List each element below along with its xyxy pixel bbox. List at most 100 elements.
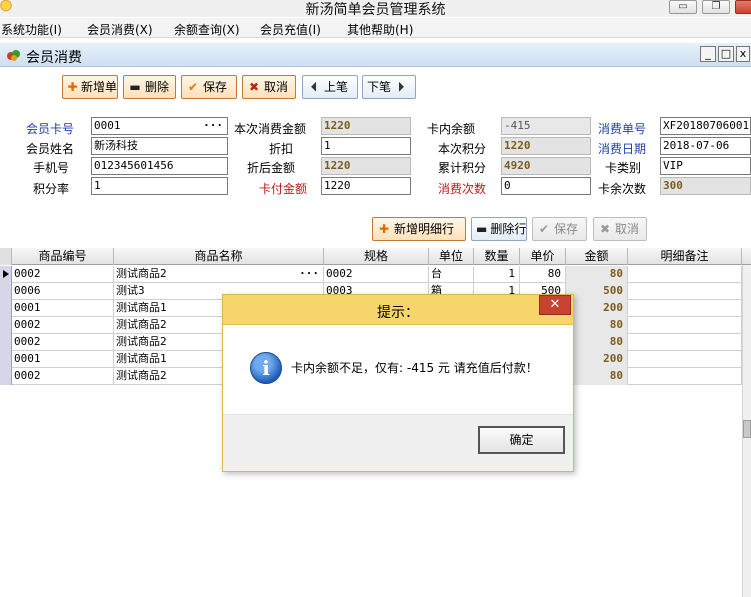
save-detail-button[interactable]: ✔ 保存 (532, 217, 587, 241)
cell-name[interactable]: 测试商品2 ··· (114, 266, 324, 283)
cell-qty[interactable]: 1 (474, 266, 520, 283)
menu-bar: 系统功能(I) 会员消费(X) 余额查询(X) 会员充值(I) 其他帮助(H) (0, 18, 751, 38)
cell-code[interactable]: 0002 (12, 317, 114, 334)
menu-recharge[interactable]: 会员充值(I) (260, 21, 321, 38)
column-header-name[interactable]: 商品名称 (114, 248, 324, 265)
delete-detail-row-button[interactable]: ▬ 删除行 (471, 217, 527, 241)
consume-date-field[interactable]: 2018-07-06 (660, 137, 751, 155)
cell-code[interactable]: 0001 (12, 351, 114, 368)
current-points-label: 本次积分 (438, 142, 487, 156)
bill-no-label: 消费单号 (598, 122, 647, 136)
cell-note[interactable] (628, 283, 742, 300)
form-maximize-button[interactable]: □ (718, 46, 734, 62)
menu-balance[interactable]: 余额查询(X) (174, 21, 240, 38)
cell-code[interactable]: 0002 (12, 266, 114, 283)
row-indicator[interactable] (0, 300, 12, 317)
consume-times-label: 消费次数 (438, 182, 487, 196)
discount-field[interactable]: 1 (321, 137, 411, 155)
check-icon: ✔ (187, 80, 199, 94)
row-indicator[interactable] (0, 368, 12, 385)
previous-record-button[interactable]: ⏴ 上笔 (302, 75, 358, 99)
cell-code[interactable]: 0006 (12, 283, 114, 300)
cell-amount[interactable]: 80 (566, 266, 628, 283)
total-points-field: 4920 (501, 157, 591, 175)
bill-no-field[interactable]: XF20180706001 (660, 117, 751, 135)
cell-note[interactable] (628, 317, 742, 334)
next-record-button[interactable]: 下笔 ⏵ (362, 75, 416, 99)
column-header-note[interactable]: 明细备注 (628, 248, 742, 265)
card-times-field: 300 (660, 177, 751, 195)
row-indicator[interactable] (0, 334, 12, 351)
menu-consume[interactable]: 会员消费(X) (87, 21, 153, 38)
cell-note[interactable] (628, 300, 742, 317)
save-detail-label: 保存 (554, 222, 579, 236)
vertical-scrollbar[interactable] (742, 265, 751, 597)
card-balance-label: 卡内余额 (427, 122, 476, 136)
phone-field[interactable]: 012345601456 (91, 157, 228, 175)
cell-unit[interactable]: 台 (429, 266, 474, 283)
row-indicator[interactable] (0, 351, 12, 368)
ok-button[interactable]: 确定 (478, 426, 565, 454)
card-pay-field[interactable]: 1220 (321, 177, 411, 195)
card-pay-label: 卡付金额 (259, 182, 308, 196)
points-rate-field[interactable]: 1 (91, 177, 228, 195)
after-discount-field: 1220 (321, 157, 411, 175)
cancel-detail-label: 取消 (615, 222, 640, 236)
new-bill-label: 新增单 (80, 80, 117, 94)
cancel-bill-label: 取消 (264, 80, 289, 94)
form-close-button[interactable]: x (736, 46, 750, 62)
column-header-code[interactable]: 商品编号 (12, 248, 114, 265)
table-row[interactable]: 0002 测试商品2 ··· 0002 台 1 80 80 (0, 266, 751, 283)
consume-times-field[interactable]: 0 (501, 177, 591, 195)
menu-system[interactable]: 系统功能(I) (1, 21, 62, 38)
form-header: 会员消费 _ □ x (0, 43, 751, 67)
new-bill-button[interactable]: ✚ 新增单 (62, 75, 118, 99)
consume-amount-field: 1220 (321, 117, 411, 135)
current-row-indicator-icon[interactable] (0, 266, 12, 283)
dialog-close-button[interactable]: ✕ (539, 295, 571, 315)
cell-amount[interactable]: 200 (566, 351, 628, 368)
scrollbar-thumb[interactable] (743, 420, 751, 438)
card-type-field[interactable]: VIP (660, 157, 751, 175)
product-lookup-ellipsis-icon[interactable]: ··· (299, 266, 319, 282)
cell-spec[interactable]: 0002 (324, 266, 429, 283)
card-no-field[interactable]: 0001 ··· (91, 117, 228, 135)
member-name-field[interactable]: 新汤科技 (91, 137, 228, 155)
cell-amount[interactable]: 80 (566, 317, 628, 334)
cancel-bill-button[interactable]: ✖ 取消 (242, 75, 296, 99)
column-header-price[interactable]: 单价 (520, 248, 566, 265)
close-window-button[interactable]: ✕ (735, 0, 751, 14)
form-minimize-button[interactable]: _ (700, 46, 716, 62)
column-header-unit[interactable]: 单位 (429, 248, 474, 265)
cell-code[interactable]: 0001 (12, 300, 114, 317)
cell-note[interactable] (628, 368, 742, 385)
after-discount-label: 折后金额 (247, 161, 296, 175)
cell-amount[interactable]: 80 (566, 334, 628, 351)
info-icon: i (250, 352, 282, 384)
cell-note[interactable] (628, 266, 742, 283)
save-bill-button[interactable]: ✔ 保存 (181, 75, 237, 99)
card-lookup-ellipsis-icon[interactable]: ··· (203, 118, 223, 134)
cell-amount[interactable]: 200 (566, 300, 628, 317)
cancel-detail-button[interactable]: ✖ 取消 (593, 217, 647, 241)
cell-amount[interactable]: 80 (566, 368, 628, 385)
minimize-button[interactable]: ▭ (669, 0, 697, 14)
dialog-titlebar: 提示： ✕ (223, 295, 573, 325)
menu-help[interactable]: 其他帮助(H) (347, 21, 413, 38)
column-header-qty[interactable]: 数量 (474, 248, 520, 265)
column-header-spec[interactable]: 规格 (324, 248, 429, 265)
cell-amount[interactable]: 500 (566, 283, 628, 300)
row-indicator[interactable] (0, 283, 12, 300)
row-indicator[interactable] (0, 317, 12, 334)
delete-bill-button[interactable]: ▬ 删除 (123, 75, 176, 99)
cell-code[interactable]: 0002 (12, 368, 114, 385)
cell-note[interactable] (628, 351, 742, 368)
next-record-label: 下笔 (367, 80, 392, 94)
add-detail-row-button[interactable]: ✚ 新增明细行 (372, 217, 466, 241)
card-no-value: 0001 (94, 119, 121, 132)
cell-code[interactable]: 0002 (12, 334, 114, 351)
column-header-amount[interactable]: 金额 (566, 248, 628, 265)
cell-price[interactable]: 80 (520, 266, 566, 283)
cell-note[interactable] (628, 334, 742, 351)
restore-button[interactable]: ❐ (702, 0, 730, 14)
